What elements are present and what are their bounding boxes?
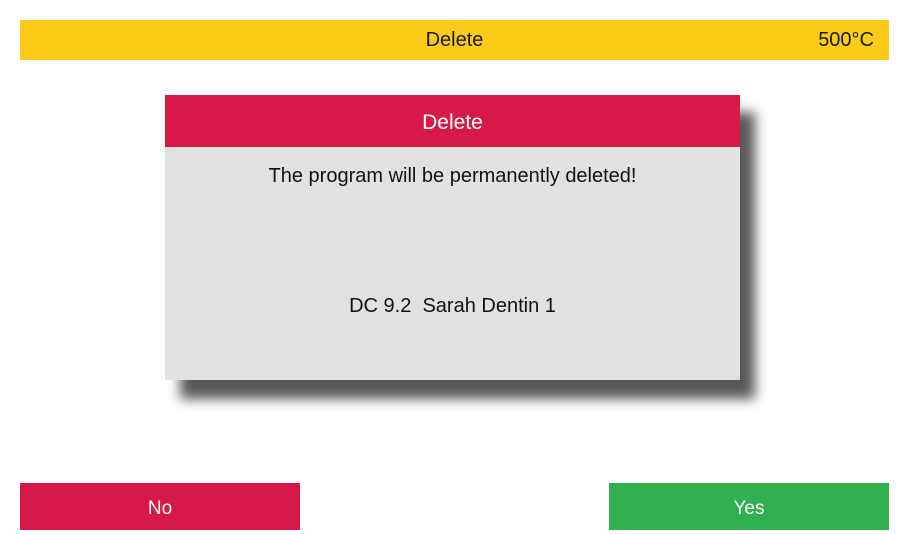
no-button[interactable]: No: [20, 483, 300, 530]
program-name: DC 9.2 Sarah Dentin 1: [349, 295, 556, 317]
yes-button[interactable]: Yes: [609, 483, 889, 530]
dialog-title: Delete: [165, 95, 740, 147]
page-title: Delete: [425, 29, 484, 51]
delete-confirmation-dialog: Delete The program will be permanently d…: [165, 95, 740, 380]
header-bar: Delete 500°C: [20, 20, 889, 60]
dialog-message: The program will be permanently deleted!: [268, 165, 637, 187]
temperature-readout: 500°C: [818, 29, 874, 51]
